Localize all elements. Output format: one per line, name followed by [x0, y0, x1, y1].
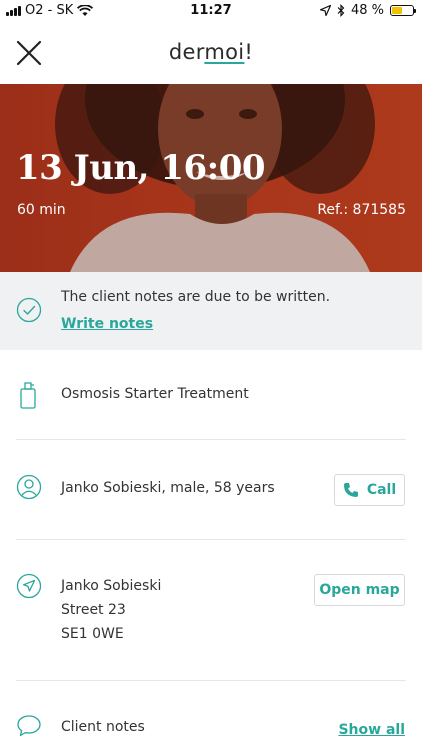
battery-icon	[390, 5, 416, 16]
user-circle-icon	[16, 474, 42, 500]
bottle-icon	[20, 382, 36, 409]
battery-percent: 48 %	[350, 3, 384, 18]
appointment-reference: Ref.: 871585	[317, 202, 406, 218]
phone-icon	[343, 483, 358, 497]
write-notes-link[interactable]: Write notes	[61, 316, 153, 332]
address-line-street: Street 23	[61, 602, 126, 618]
check-circle-icon	[16, 297, 42, 323]
client-summary: Janko Sobieski, male, 58 years	[61, 480, 275, 496]
open-map-label: Open map	[319, 582, 400, 598]
show-all-link[interactable]: Show all	[338, 722, 405, 738]
logo-part-2: moi	[204, 40, 245, 64]
logo-part-1: der	[168, 40, 205, 64]
notes-due-banner: The client notes are due to be written. …	[0, 272, 422, 350]
call-button[interactable]: Call	[334, 474, 405, 506]
status-right: 48 %	[319, 3, 416, 18]
appointment-date-time: 13 Jun, 16:00	[16, 148, 266, 188]
logo-part-3: !	[244, 40, 254, 64]
dermoi-logo: dermoi!	[0, 40, 422, 64]
open-map-button[interactable]: Open map	[314, 574, 405, 606]
appointment-hero: 13 Jun, 16:00 60 min Ref.: 871585	[0, 84, 422, 272]
notes-due-message: The client notes are due to be written.	[61, 289, 331, 305]
client-notes-label: Client notes	[61, 719, 145, 735]
app-header: dermoi!	[0, 22, 422, 84]
status-bar: O2 - SK 11:27 48 %	[0, 0, 422, 22]
address-row: Janko Sobieski Street 23 SE1 0WE Open ma…	[0, 540, 422, 680]
appointment-duration: 60 min	[17, 202, 66, 218]
navigation-icon	[16, 573, 42, 599]
location-arrow-icon	[319, 5, 331, 16]
address-block: Janko Sobieski Street 23 SE1 0WE	[61, 574, 161, 646]
bluetooth-icon	[337, 4, 345, 17]
treatment-name: Osmosis Starter Treatment	[61, 386, 249, 402]
address-line-postcode: SE1 0WE	[61, 626, 124, 642]
call-label: Call	[366, 482, 397, 498]
address-line-name: Janko Sobieski	[61, 578, 162, 594]
treatment-row: Osmosis Starter Treatment	[0, 350, 422, 440]
client-row: Janko Sobieski, male, 58 years Call	[0, 440, 422, 540]
client-notes-row: Client notes Show all	[0, 681, 422, 750]
battery-fill	[392, 7, 402, 14]
speech-bubble-icon	[17, 715, 41, 737]
